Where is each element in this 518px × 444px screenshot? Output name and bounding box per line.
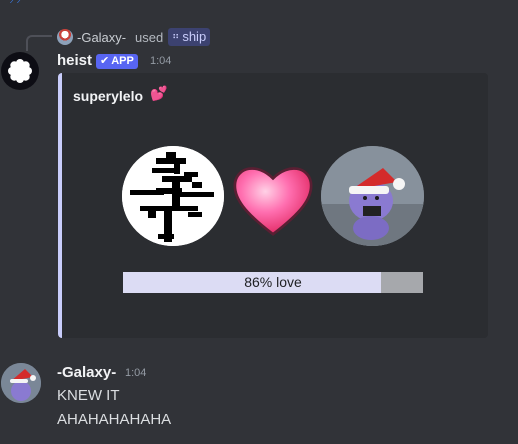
checkmark-icon: ✔ [100, 55, 110, 67]
audio-wave-icon: ⟋⟋ [10, 0, 24, 6]
previous-message-remnant: ⟋⟋ [0, 0, 518, 6]
reply-user-avatar[interactable] [57, 29, 73, 45]
reply-connector [26, 35, 52, 51]
white-flower-icon [8, 59, 32, 83]
two-hearts-icon: 💕 [150, 85, 168, 101]
app-badge: ✔ APP [96, 54, 138, 69]
reply-username[interactable]: -Galaxy- [77, 30, 126, 45]
love-progress-bar: 86% love [123, 272, 423, 293]
slash-command-icon: ⠶ [172, 31, 180, 42]
message-line: AHAHAHAHAHA [57, 411, 172, 428]
app-badge-label: APP [111, 55, 134, 67]
left-user-avatar[interactable] [122, 146, 224, 246]
embed-title: superylelo [73, 88, 144, 104]
slash-command-name: ship [182, 29, 207, 44]
bot-message-timestamp[interactable]: 1:04 [150, 55, 171, 67]
bot-avatar[interactable] [1, 52, 39, 90]
pink-heart-icon [233, 167, 313, 236]
galaxy-username[interactable]: -Galaxy- [57, 364, 116, 381]
bot-username[interactable]: heist [57, 52, 92, 69]
galaxy-avatar[interactable] [1, 363, 41, 403]
galaxy-message-timestamp[interactable]: 1:04 [125, 367, 146, 379]
black-glyph-avatar [122, 146, 224, 246]
reply-used-label: used [135, 30, 164, 45]
slash-command-chip[interactable]: ⠶ ship [168, 28, 211, 46]
love-percentage-label: 86% love [244, 274, 302, 290]
right-user-avatar[interactable] [321, 146, 424, 246]
santa-hat-avatar [1, 363, 41, 403]
message-line: KNEW IT [57, 387, 120, 404]
purple-plush-santa-hat-avatar [321, 146, 424, 246]
